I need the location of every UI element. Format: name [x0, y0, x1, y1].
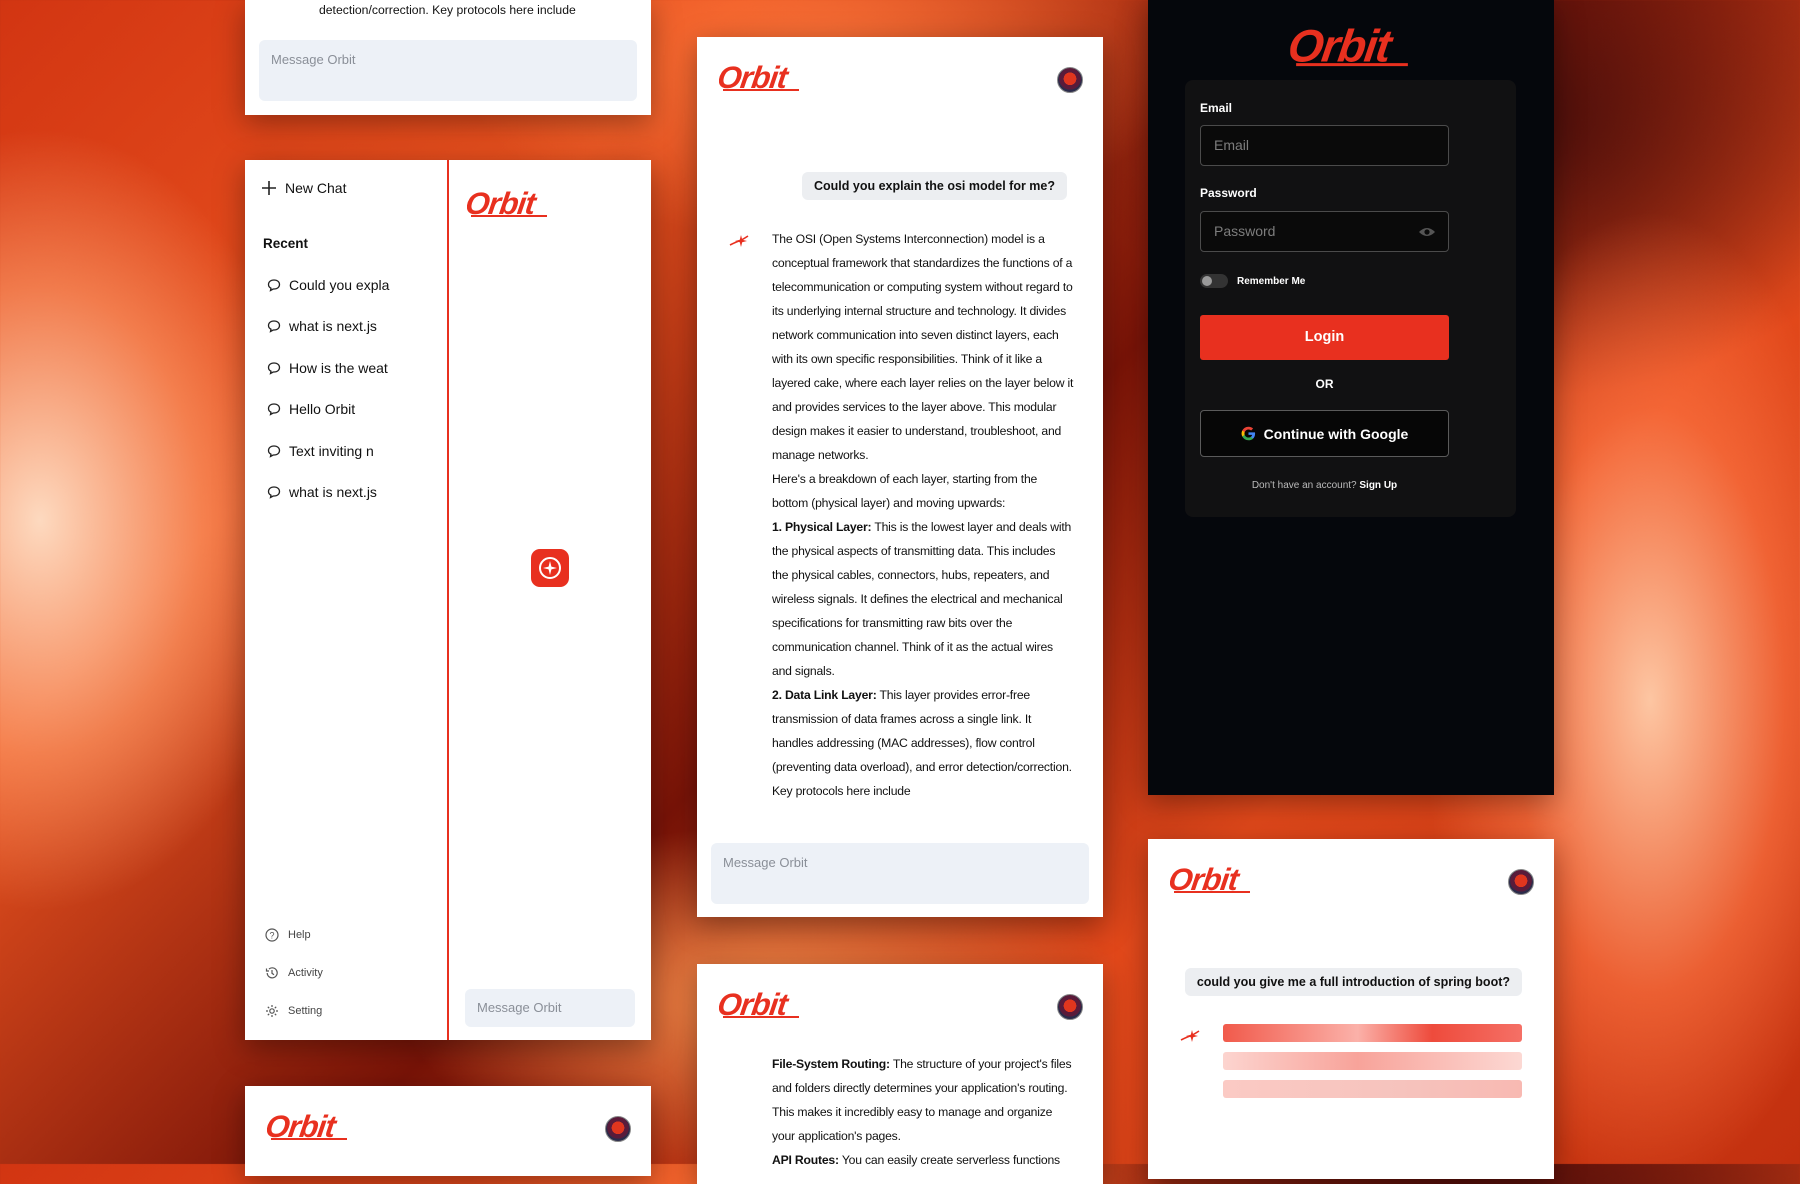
layer-text: This layer provides error-free transmiss…: [772, 688, 1072, 798]
signup-row: Don't have an account? Sign Up: [1200, 480, 1449, 491]
chat-panel-bottom-left: [245, 1086, 651, 1176]
message-input[interactable]: Message Orbit: [259, 40, 637, 101]
help-circle-icon: ?: [265, 928, 279, 942]
sparkle-icon: [1179, 1028, 1201, 1044]
recent-chat-item[interactable]: what is next.js: [267, 484, 377, 500]
message-input[interactable]: Message Orbit: [465, 989, 635, 1027]
assistant-response: The OSI (Open Systems Interconnection) m…: [772, 227, 1074, 803]
chat-panel-nextjs: File-System Routing: The structure of yo…: [697, 964, 1103, 1184]
remember-label: Remember Me: [1237, 276, 1306, 287]
signup-link[interactable]: Sign Up: [1359, 480, 1397, 491]
chat-bubble-icon: [267, 402, 281, 416]
chat-bubble-icon: [267, 485, 281, 499]
activity-label: Activity: [288, 967, 323, 979]
chat-bubble-icon: [267, 361, 281, 375]
layer-item: 2. Data Link Layer: This layer provides …: [772, 683, 1074, 803]
orbit-app-icon: [531, 549, 569, 587]
help-button[interactable]: ? Help: [265, 928, 311, 942]
plus-icon: [262, 181, 276, 195]
feature-title: File-System Routing:: [772, 1057, 890, 1071]
message-input[interactable]: Message Orbit: [711, 843, 1089, 904]
gear-icon: [266, 1005, 278, 1017]
recent-heading: Recent: [263, 236, 309, 251]
user-avatar[interactable]: [1057, 994, 1083, 1020]
no-account-text: Don't have an account?: [1251, 480, 1357, 491]
remember-toggle[interactable]: [1200, 274, 1228, 288]
recent-chat-item[interactable]: Could you expla: [267, 277, 389, 293]
new-chat-button[interactable]: New Chat: [261, 180, 346, 196]
chat-panel-spring: could you give me a full introduction of…: [1148, 839, 1554, 1179]
login-button[interactable]: Login: [1200, 315, 1449, 360]
assistant-response: File-System Routing: The structure of yo…: [772, 1052, 1074, 1172]
sparkle-icon: [728, 233, 750, 249]
sidebar-chat-panel: New Chat Recent Could you expla what is …: [245, 160, 651, 1040]
chat-snippet-panel-top: detection/correction. Key protocols here…: [245, 0, 651, 115]
recent-chat-label: How is the weat: [289, 360, 388, 376]
email-label: Email: [1200, 101, 1233, 115]
history-icon: [265, 967, 278, 979]
recent-chat-label: Text inviting n: [289, 443, 374, 459]
response-breakdown: Here's a breakdown of each layer, starti…: [772, 472, 1038, 510]
chat-bubble-icon: [267, 444, 281, 458]
password-field[interactable]: Password: [1200, 211, 1449, 252]
svg-text:?: ?: [269, 931, 274, 941]
response-intro: The OSI (Open Systems Interconnection) m…: [772, 232, 1074, 462]
recent-chat-item[interactable]: How is the weat: [267, 360, 388, 376]
layer-title: 2. Data Link Layer:: [772, 688, 877, 702]
toggle-knob: [1202, 276, 1212, 286]
recent-chat-label: Could you expla: [289, 277, 390, 293]
setting-label: Setting: [288, 1005, 323, 1017]
orbit-logo: [467, 187, 551, 221]
google-g-icon: [1241, 426, 1255, 441]
loading-bar: [1223, 1080, 1522, 1098]
recent-chat-label: what is next.js: [289, 318, 377, 334]
orbit-logo: [719, 61, 803, 95]
eye-icon[interactable]: [1418, 225, 1436, 239]
login-panel: Email Email Password Password Remember M…: [1148, 0, 1554, 795]
user-avatar[interactable]: [605, 1116, 631, 1142]
recent-chat-item[interactable]: Hello Orbit: [267, 401, 355, 417]
chat-bubble-icon: [267, 319, 281, 333]
layer-item: 1. Physical Layer: This is the lowest la…: [772, 515, 1074, 683]
recent-chat-item[interactable]: Text inviting n: [267, 443, 374, 459]
chat-panel-osi: Could you explain the osi model for me? …: [697, 37, 1103, 917]
feature-item: File-System Routing: The structure of yo…: [772, 1052, 1074, 1148]
user-avatar[interactable]: [1057, 67, 1083, 93]
feature-item: API Routes: You can easily create server…: [772, 1148, 1074, 1172]
password-label: Password: [1200, 186, 1257, 200]
or-divider-label: OR: [1315, 377, 1334, 391]
recent-chat-label: what is next.js: [289, 484, 377, 500]
google-button-label: Continue with Google: [1263, 425, 1409, 442]
user-avatar[interactable]: [1508, 869, 1534, 895]
recent-chat-label: Hello Orbit: [289, 401, 356, 417]
orbit-logo: [1170, 863, 1254, 897]
chat-bubble-icon: [267, 278, 281, 292]
help-label: Help: [288, 929, 311, 941]
loading-bar: [1223, 1024, 1522, 1042]
setting-button[interactable]: Setting: [265, 1004, 322, 1018]
layer-title: 1. Physical Layer:: [772, 520, 872, 534]
email-field[interactable]: Email: [1200, 125, 1449, 166]
new-chat-label: New Chat: [285, 180, 347, 196]
orbit-logo: [719, 988, 803, 1022]
layer-text: This is the lowest layer and deals with …: [772, 520, 1072, 678]
password-placeholder: Password: [1214, 223, 1276, 239]
sparkle-icon: [539, 557, 561, 579]
orbit-logo: [1290, 22, 1414, 72]
recent-chat-item[interactable]: what is next.js: [267, 318, 377, 334]
response-snippet-text: detection/correction. Key protocols here…: [319, 3, 576, 17]
loading-bar: [1223, 1052, 1522, 1070]
feature-text: You can easily create serverless functio…: [841, 1153, 1060, 1167]
user-message: Could you explain the osi model for me?: [802, 172, 1067, 200]
activity-button[interactable]: Activity: [265, 966, 323, 980]
feature-title: API Routes:: [772, 1153, 839, 1167]
orbit-logo: [267, 1110, 351, 1144]
sidebar: New Chat Recent Could you expla what is …: [245, 160, 449, 1040]
google-button[interactable]: Continue with Google: [1200, 410, 1449, 457]
user-message: could you give me a full introduction of…: [1184, 968, 1522, 996]
